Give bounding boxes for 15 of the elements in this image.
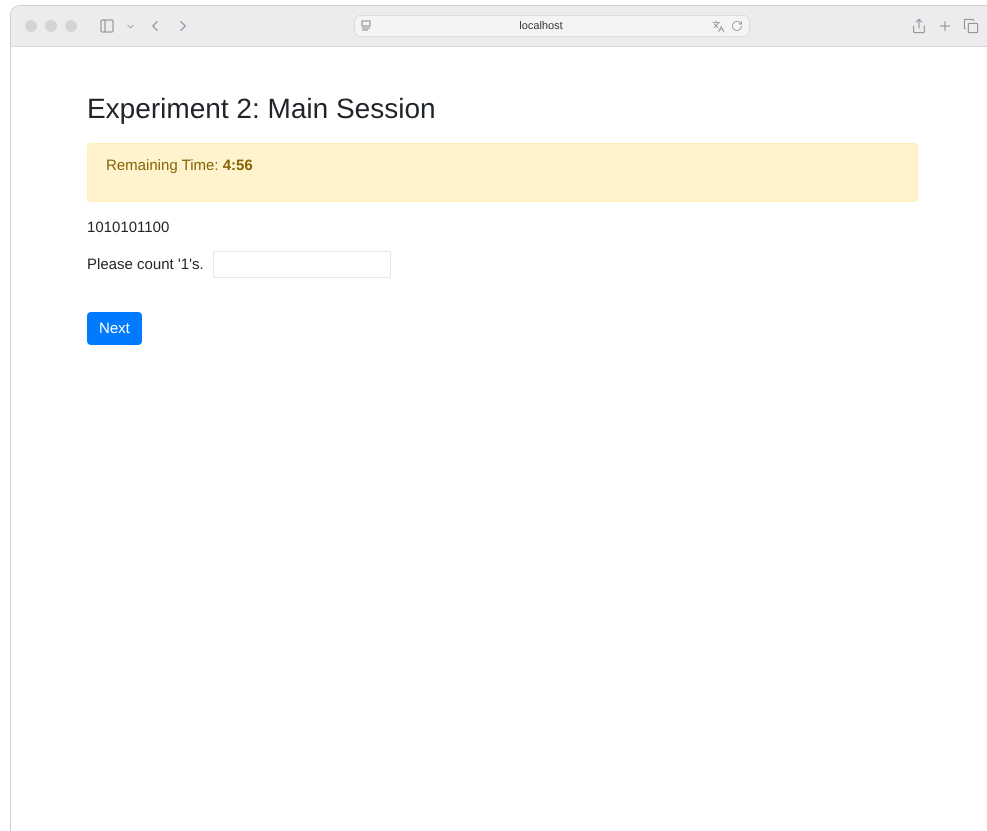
tabs-icon[interactable] — [963, 18, 979, 34]
sidebar-icon[interactable] — [99, 18, 115, 34]
address-text: localhost — [518, 20, 564, 32]
plus-icon[interactable] — [937, 18, 953, 34]
page-icon — [360, 20, 370, 32]
address-bar[interactable]: localhost — [354, 15, 750, 37]
share-icon[interactable] — [911, 18, 927, 34]
answer-field[interactable] — [212, 251, 391, 278]
page-title: Experiment 2: Main Session — [87, 93, 437, 125]
digit-sequence: 1010101100 — [87, 219, 170, 236]
question-label: Please count '1's. — [87, 256, 204, 273]
next-button[interactable]: Next — [87, 312, 142, 345]
reload-icon[interactable] — [730, 20, 742, 32]
timer-alert: Remaining Time: 4:56 — [87, 143, 918, 202]
translate-icon[interactable] — [712, 20, 724, 32]
